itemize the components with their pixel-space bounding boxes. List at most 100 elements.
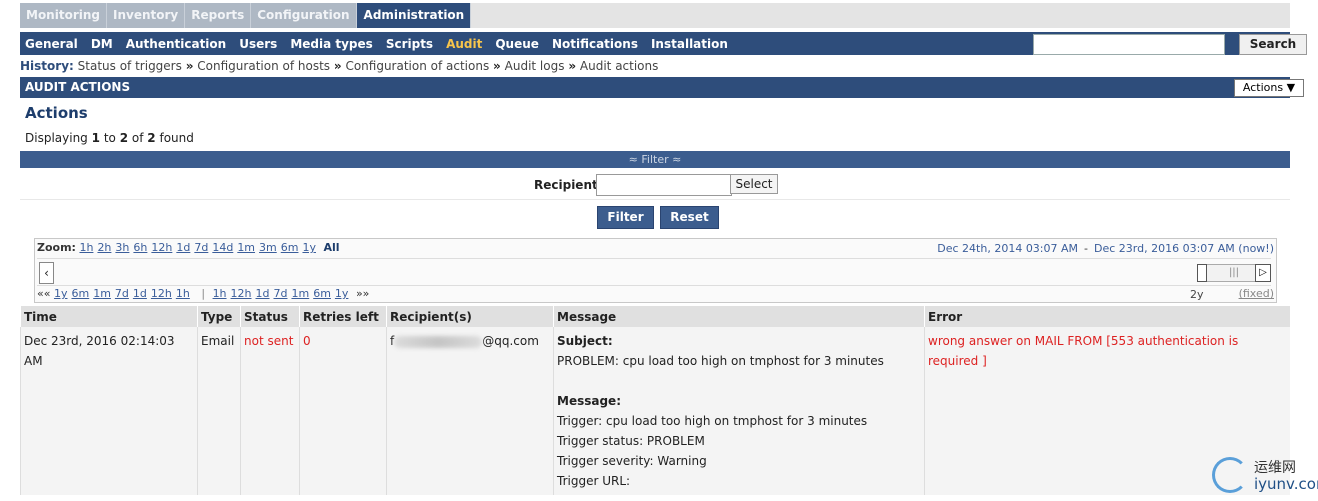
zoom-option[interactable]: 2h bbox=[97, 241, 111, 254]
history-link-configuration-of-hosts[interactable]: Configuration of hosts bbox=[197, 59, 330, 73]
forward-option[interactable]: 1d bbox=[256, 287, 270, 300]
zoom-option[interactable]: 14d bbox=[212, 241, 233, 254]
subtab-audit[interactable]: Audit bbox=[443, 37, 492, 51]
period-navigation: «« 1y 6m 1m 7d 1d 12h 1h | 1h 12h 1d 7d 1m 6m 1y »» bbox=[37, 287, 369, 300]
recipient-input[interactable] bbox=[596, 174, 732, 196]
col-status[interactable]: Status bbox=[240, 306, 300, 327]
table-row: Dec 23rd, 2016 02:14:03 AM Email not sen… bbox=[20, 327, 1290, 495]
recipient-suffix: @qq.com bbox=[482, 334, 539, 348]
subtab-queue[interactable]: Queue bbox=[492, 37, 549, 51]
forward-suffix[interactable]: »» bbox=[356, 287, 369, 300]
chevron-left-icon[interactable]: ‹ bbox=[39, 262, 54, 284]
subject-text: PROBLEM: cpu load too high on tmphost fo… bbox=[557, 354, 884, 368]
select-button[interactable]: Select bbox=[730, 174, 778, 194]
nav-divider: | bbox=[201, 287, 206, 300]
tab-reports[interactable]: Reports bbox=[185, 3, 252, 28]
message-line: Trigger severity: Warning bbox=[557, 454, 707, 468]
displaying-count: Displaying 1 to 2 of 2 found bbox=[25, 131, 194, 145]
range-from[interactable]: Dec 24th, 2014 03:07 AM bbox=[937, 242, 1078, 255]
subtab-notifications[interactable]: Notifications bbox=[549, 37, 648, 51]
actions-select[interactable]: Actions ▼ bbox=[1234, 79, 1304, 97]
forward-option[interactable]: 6m bbox=[313, 287, 331, 300]
forward-option[interactable]: 1m bbox=[291, 287, 309, 300]
zoom-option[interactable]: 3h bbox=[115, 241, 129, 254]
subtab-installation[interactable]: Installation bbox=[648, 37, 738, 51]
back-option[interactable]: 7d bbox=[115, 287, 129, 300]
history-separator: » bbox=[568, 59, 577, 73]
forward-option[interactable]: 1h bbox=[213, 287, 227, 300]
cell-message: Subject: PROBLEM: cpu load too high on t… bbox=[553, 327, 925, 495]
history-label: History: bbox=[20, 59, 74, 73]
col-recipients[interactable]: Recipient(s) bbox=[386, 306, 554, 327]
zoom-option[interactable]: 1d bbox=[176, 241, 190, 254]
col-message[interactable]: Message bbox=[553, 306, 925, 327]
table-header-row: Time Type Status Retries left Recipient(… bbox=[20, 306, 1290, 327]
timeline-scrollbar[interactable]: ‹ ||| ▷ bbox=[37, 258, 1271, 286]
subtab-authentication[interactable]: Authentication bbox=[123, 37, 237, 51]
subtab-scripts[interactable]: Scripts bbox=[383, 37, 443, 51]
message-label: Message: bbox=[557, 394, 621, 408]
search-button[interactable]: Search bbox=[1239, 34, 1307, 55]
back-option[interactable]: 1y bbox=[54, 287, 68, 300]
displaying-total: 2 bbox=[147, 131, 156, 145]
fixed-toggle[interactable]: (fixed) bbox=[1239, 287, 1274, 300]
watermark-en: iyunv.com bbox=[1254, 475, 1318, 493]
history-link-audit-actions[interactable]: Audit actions bbox=[580, 59, 658, 73]
zoom-option[interactable]: 6m bbox=[281, 241, 299, 254]
displaying-prefix: Displaying bbox=[25, 131, 88, 145]
subtab-dm[interactable]: DM bbox=[88, 37, 123, 51]
period-label: 2y bbox=[1190, 288, 1204, 301]
back-option[interactable]: 1d bbox=[133, 287, 147, 300]
message-line: Trigger URL: bbox=[557, 474, 631, 488]
tab-monitoring[interactable]: Monitoring bbox=[20, 3, 107, 28]
zoom-option[interactable]: 1h bbox=[79, 241, 93, 254]
displaying-to: 2 bbox=[119, 131, 129, 145]
chevron-right-icon[interactable]: ▷ bbox=[1255, 264, 1271, 282]
zoom-option[interactable]: 12h bbox=[151, 241, 172, 254]
search-input[interactable] bbox=[1033, 34, 1225, 55]
zoom-bar: Zoom: 1h 2h 3h 6h 12h 1d 7d 14d 1m 3m 6m 1y All bbox=[37, 241, 344, 254]
zoom-option[interactable]: 1y bbox=[302, 241, 316, 254]
cell-status: not sent bbox=[240, 327, 300, 495]
subtab-media-types[interactable]: Media types bbox=[287, 37, 383, 51]
forward-option[interactable]: 1y bbox=[335, 287, 349, 300]
zoom-all[interactable]: All bbox=[323, 241, 339, 254]
history-separator: » bbox=[493, 59, 501, 73]
col-error[interactable]: Error bbox=[924, 306, 1290, 327]
range-to[interactable]: Dec 23rd, 2016 03:07 AM (now!) bbox=[1094, 242, 1274, 255]
history-link-audit-logs[interactable]: Audit logs bbox=[505, 59, 565, 73]
message-line: Trigger status: PROBLEM bbox=[557, 434, 705, 448]
filter-toggle-bar[interactable]: ≈ Filter ≈ bbox=[20, 151, 1290, 168]
back-option[interactable]: 1h bbox=[176, 287, 190, 300]
tab-administration[interactable]: Administration bbox=[356, 3, 472, 28]
zoom-option[interactable]: 7d bbox=[194, 241, 208, 254]
zoom-option[interactable]: 6h bbox=[133, 241, 147, 254]
timeline-slider-handle[interactable]: ||| ▷ bbox=[1197, 264, 1271, 282]
back-prefix[interactable]: «« bbox=[37, 287, 50, 300]
audit-table: Time Type Status Retries left Recipient(… bbox=[20, 306, 1290, 495]
zoom-option[interactable]: 1m bbox=[237, 241, 255, 254]
col-retries-left[interactable]: Retries left bbox=[299, 306, 387, 327]
subtab-users[interactable]: Users bbox=[236, 37, 287, 51]
cell-recipient: f @qq.com bbox=[386, 327, 554, 495]
section-header: AUDIT ACTIONS Actions ▼ bbox=[20, 77, 1304, 98]
back-option[interactable]: 12h bbox=[151, 287, 172, 300]
reset-button[interactable]: Reset bbox=[660, 206, 719, 229]
page-title: Actions bbox=[25, 104, 88, 122]
col-type[interactable]: Type bbox=[197, 306, 241, 327]
back-option[interactable]: 1m bbox=[93, 287, 111, 300]
handle-left-grip-icon[interactable] bbox=[1197, 264, 1207, 282]
tab-inventory[interactable]: Inventory bbox=[107, 3, 186, 28]
back-option[interactable]: 6m bbox=[71, 287, 89, 300]
zoom-option[interactable]: 3m bbox=[259, 241, 277, 254]
displaying-found-word: found bbox=[159, 131, 194, 145]
history-link-status-of-triggers[interactable]: Status of triggers bbox=[78, 59, 182, 73]
forward-option[interactable]: 7d bbox=[274, 287, 288, 300]
subtab-general[interactable]: General bbox=[22, 37, 88, 51]
history-link-configuration-of-actions[interactable]: Configuration of actions bbox=[345, 59, 489, 73]
forward-option[interactable]: 12h bbox=[231, 287, 252, 300]
range-dash: - bbox=[1084, 242, 1089, 255]
col-time[interactable]: Time bbox=[20, 306, 198, 327]
filter-button[interactable]: Filter bbox=[597, 206, 654, 229]
tab-configuration[interactable]: Configuration bbox=[251, 3, 357, 28]
